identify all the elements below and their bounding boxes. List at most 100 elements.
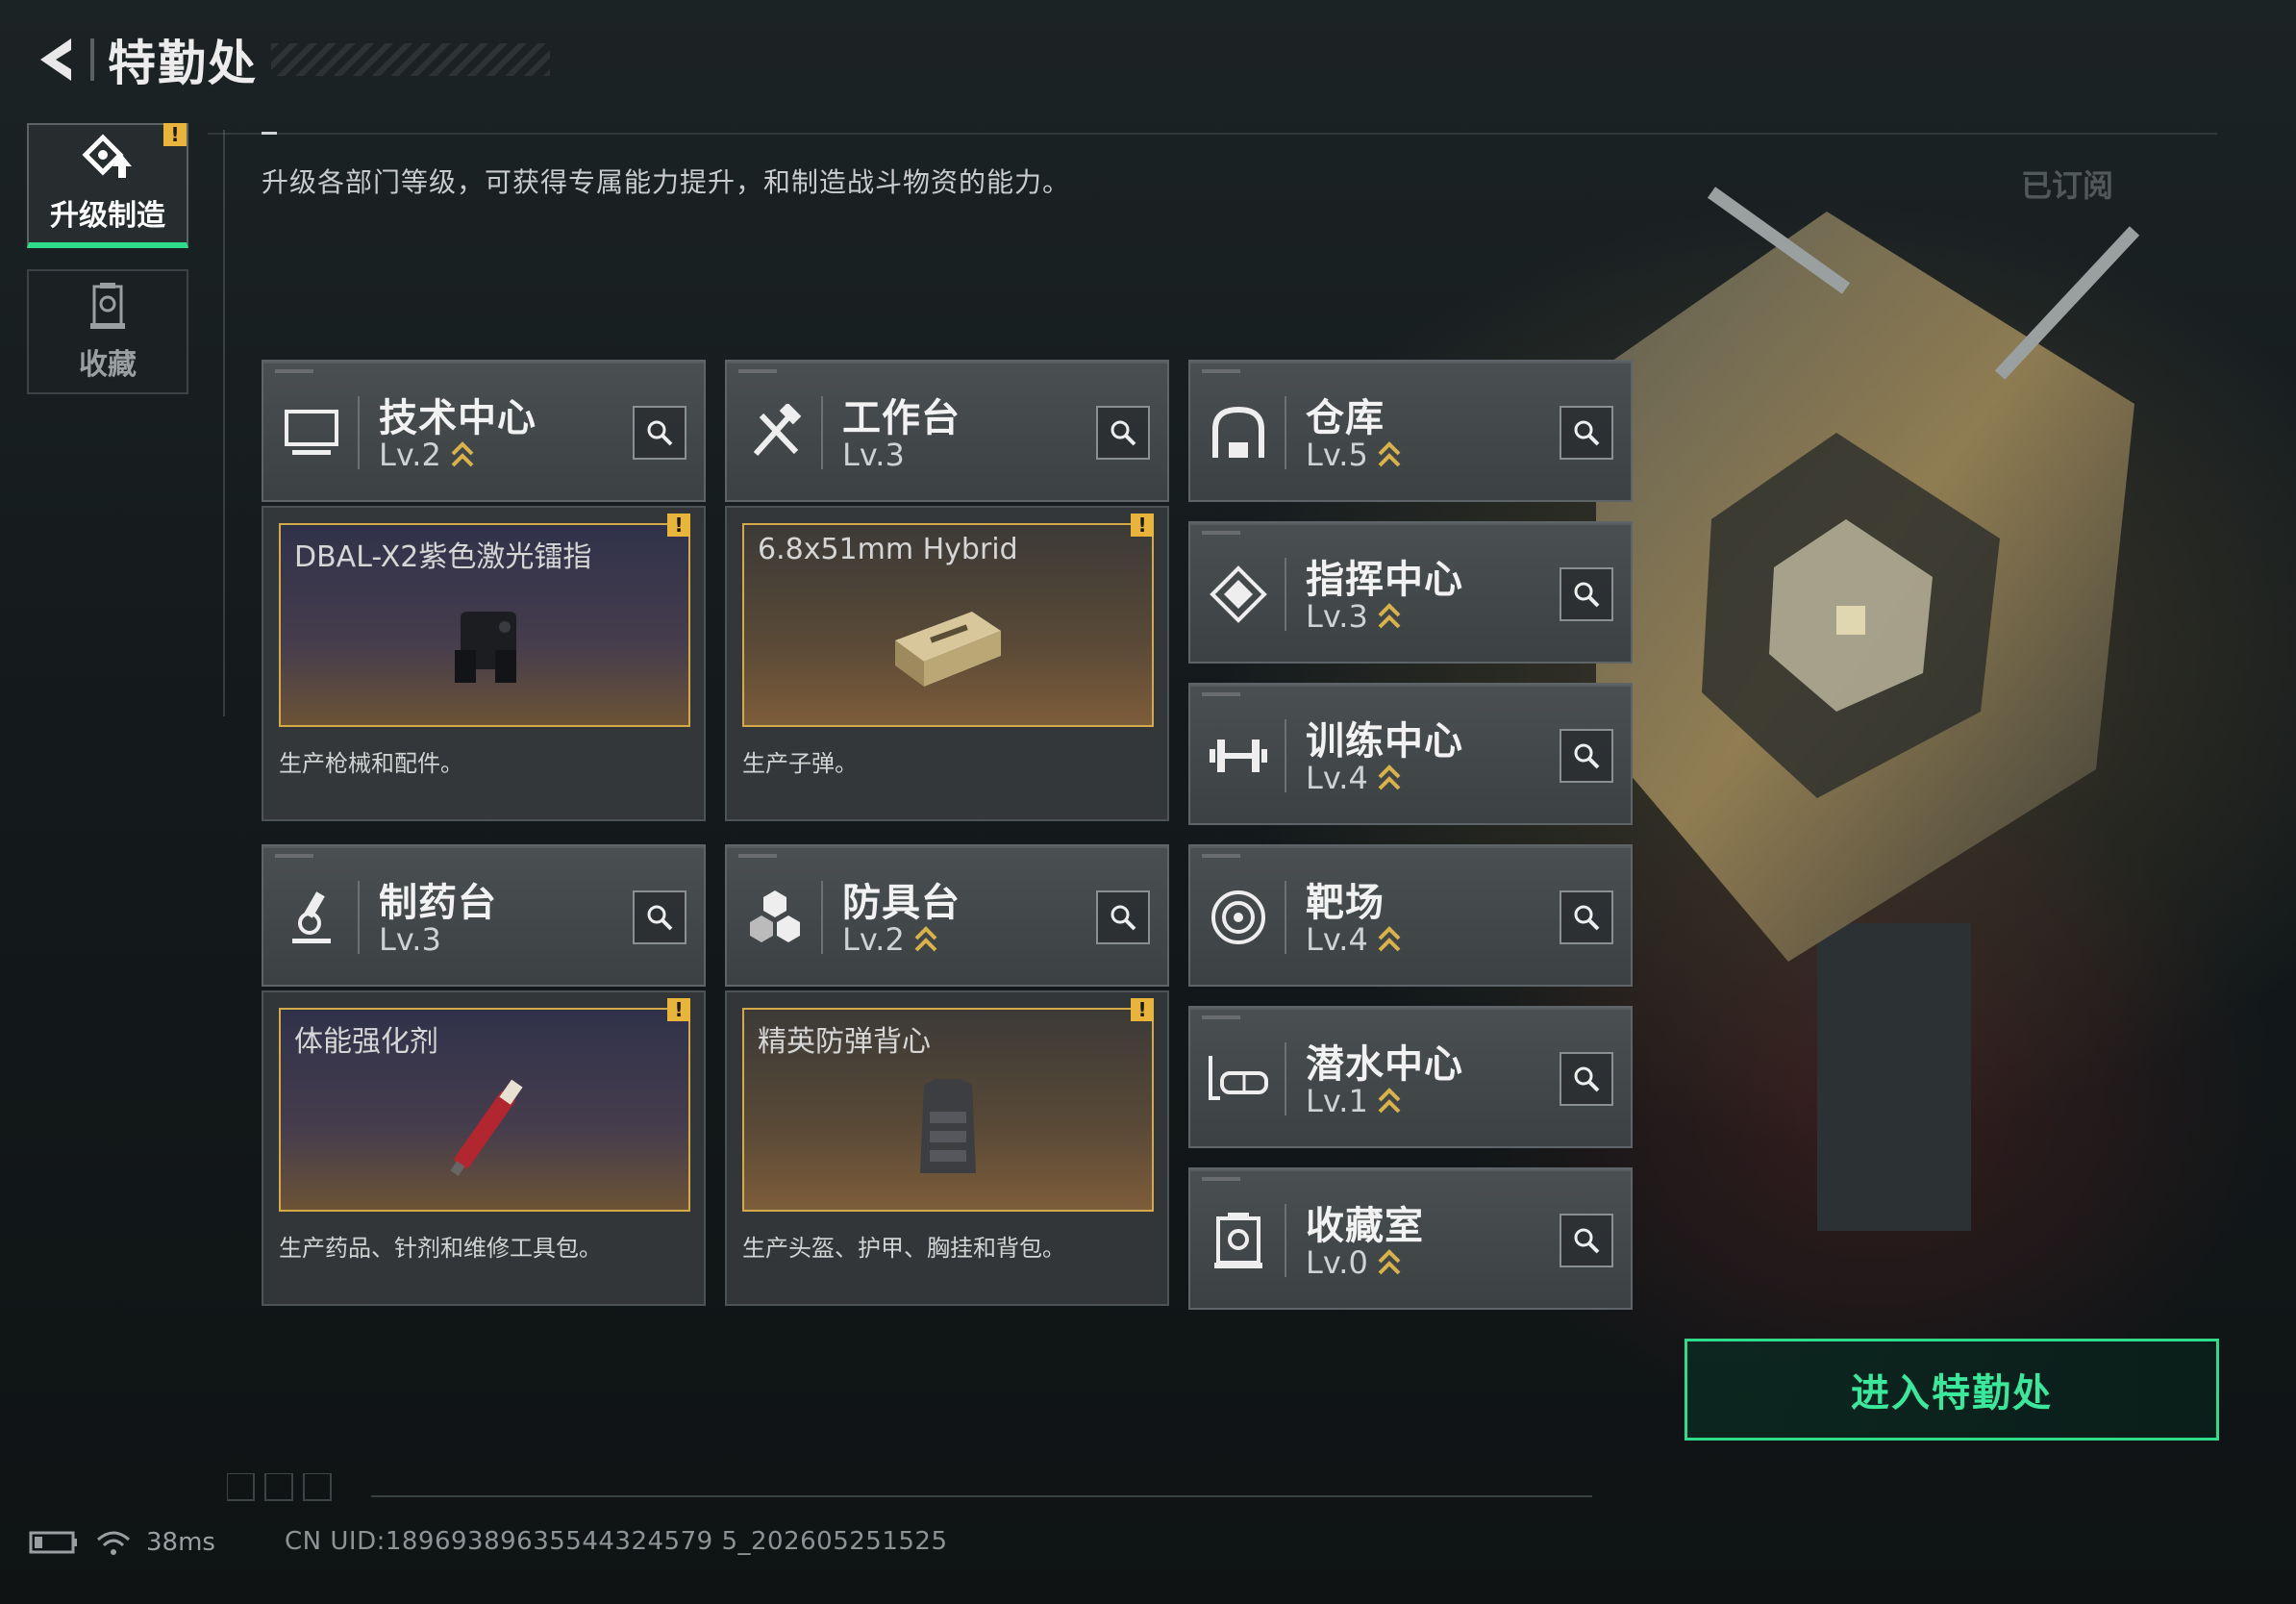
department-name: 防具台 bbox=[842, 881, 961, 925]
card-deco bbox=[1202, 1015, 1240, 1019]
search-button[interactable] bbox=[1560, 567, 1613, 621]
card-divider bbox=[1285, 881, 1286, 954]
department-card-pharmacy[interactable]: 制药台 Lv.3 bbox=[262, 844, 706, 987]
production-description: 生产药品、针剂和维修工具包。 bbox=[279, 1235, 602, 1262]
card-divider bbox=[1285, 719, 1286, 792]
tab-upgrade-manufacture[interactable]: ! 升级制造 bbox=[27, 123, 188, 248]
trophy-case-icon bbox=[90, 283, 125, 329]
card-deco bbox=[1202, 531, 1240, 535]
subscribed-label: 已订阅 bbox=[2020, 167, 2113, 204]
card-divider bbox=[821, 396, 823, 469]
production-panel: ! 体能强化剂 生产药品、针剂和维修工具包。 bbox=[262, 990, 706, 1306]
card-divider bbox=[358, 396, 360, 469]
department-level: Lv.1 bbox=[1306, 1083, 1368, 1119]
department-card-shooting-range[interactable]: 靶场 Lv.4 bbox=[1188, 844, 1633, 987]
alert-badge: ! bbox=[1131, 998, 1154, 1021]
enter-button-label: 进入特勤处 bbox=[1851, 1371, 2053, 1416]
department-card-collection-room[interactable]: 收藏室 Lv.0 bbox=[1188, 1167, 1633, 1310]
search-button[interactable] bbox=[1560, 406, 1613, 460]
department-name: 靶场 bbox=[1306, 881, 1385, 925]
target-icon bbox=[1206, 885, 1271, 950]
laser-device-image bbox=[455, 612, 516, 683]
department-card-diving-center[interactable]: 潜水中心 Lv.1 bbox=[1188, 1006, 1633, 1148]
search-icon bbox=[1111, 420, 1136, 446]
alert-badge: ! bbox=[667, 514, 690, 537]
department-card-tech-center[interactable]: 技术中心 Lv.2 bbox=[262, 360, 706, 502]
department-level: Lv.0 bbox=[1306, 1244, 1368, 1281]
search-icon bbox=[1574, 743, 1600, 769]
search-icon bbox=[647, 420, 673, 446]
department-level: Lv.3 bbox=[1306, 598, 1368, 635]
production-item[interactable]: ! 精英防弹背心 bbox=[742, 998, 1154, 1212]
card-divider bbox=[1285, 1204, 1286, 1277]
production-item-name: DBAL-X2紫色激光镭指 bbox=[294, 540, 592, 574]
search-icon bbox=[1574, 905, 1600, 931]
background-scene bbox=[1596, 187, 2140, 1231]
frame-tick bbox=[262, 132, 277, 135]
tab-collection[interactable]: 收藏 bbox=[27, 269, 188, 394]
department-name: 训练中心 bbox=[1306, 719, 1463, 764]
department-card-warehouse[interactable]: 仓库 Lv.5 bbox=[1188, 360, 1633, 502]
search-button[interactable] bbox=[1096, 890, 1150, 944]
department-level: Lv.2 bbox=[842, 921, 905, 958]
level-up-arrow-icon bbox=[1378, 1088, 1401, 1114]
card-deco bbox=[1202, 692, 1240, 696]
production-item-name: 6.8x51mm Hybrid bbox=[758, 533, 1018, 566]
production-panel: ! DBAL-X2紫色激光镭指 生产枪械和配件。 bbox=[262, 506, 706, 821]
department-name: 潜水中心 bbox=[1306, 1042, 1463, 1087]
wifi-icon bbox=[97, 1531, 130, 1555]
page-description: 升级各部门等级，可获得专属能力提升，和制造战斗物资的能力。 bbox=[262, 166, 1071, 198]
title-stripes-decoration bbox=[271, 43, 550, 76]
alert-badge: ! bbox=[163, 123, 187, 146]
top-bar: 特勤处 bbox=[27, 27, 550, 92]
search-button[interactable] bbox=[633, 406, 686, 460]
level-up-arrow-icon bbox=[1378, 764, 1401, 790]
production-panel: ! 6.8x51mm Hybrid 生产子弹。 bbox=[725, 506, 1169, 821]
back-button[interactable] bbox=[27, 27, 85, 92]
warehouse-icon bbox=[1206, 400, 1271, 465]
search-button[interactable] bbox=[1560, 729, 1613, 783]
department-level: Lv.4 bbox=[1306, 921, 1368, 958]
enter-special-ops-button[interactable]: 进入特勤处 bbox=[1685, 1339, 2219, 1441]
level-up-arrow-icon bbox=[1378, 441, 1401, 467]
department-card-command-center[interactable]: 指挥中心 Lv.3 bbox=[1188, 521, 1633, 664]
department-name: 指挥中心 bbox=[1306, 558, 1463, 602]
production-description: 生产子弹。 bbox=[742, 750, 858, 777]
search-button[interactable] bbox=[633, 890, 686, 944]
bottom-decoration bbox=[227, 1473, 1592, 1501]
card-divider bbox=[1285, 558, 1286, 631]
department-name: 制药台 bbox=[379, 881, 497, 925]
bulletproof-vest-image bbox=[920, 1079, 976, 1173]
back-arrow-icon bbox=[40, 38, 71, 81]
search-button[interactable] bbox=[1560, 890, 1613, 944]
department-card-workbench[interactable]: 工作台 Lv.3 bbox=[725, 360, 1169, 502]
armor-hex-icon bbox=[742, 885, 808, 950]
search-icon bbox=[1574, 1228, 1600, 1254]
card-divider bbox=[1285, 1042, 1286, 1115]
production-item[interactable]: ! 6.8x51mm Hybrid bbox=[742, 514, 1154, 727]
card-divider bbox=[358, 881, 360, 954]
search-button[interactable] bbox=[1560, 1052, 1613, 1106]
card-deco bbox=[738, 369, 777, 373]
search-icon bbox=[1111, 905, 1136, 931]
search-button[interactable] bbox=[1096, 406, 1150, 460]
production-description: 生产头盔、护甲、胸挂和背包。 bbox=[742, 1235, 1065, 1262]
card-deco bbox=[275, 854, 313, 858]
frame-line bbox=[208, 133, 2217, 135]
department-level: Lv.3 bbox=[379, 921, 441, 958]
department-card-training-center[interactable]: 训练中心 Lv.4 bbox=[1188, 683, 1633, 825]
department-level: Lv.5 bbox=[1306, 437, 1368, 473]
production-item-name: 精英防弹背心 bbox=[758, 1025, 931, 1059]
microscope-icon bbox=[279, 885, 344, 950]
department-name: 工作台 bbox=[842, 396, 961, 440]
production-item[interactable]: ! 体能强化剂 bbox=[279, 998, 690, 1212]
production-item[interactable]: ! DBAL-X2紫色激光镭指 bbox=[279, 514, 690, 727]
search-icon bbox=[647, 905, 673, 931]
card-deco bbox=[1202, 369, 1240, 373]
search-button[interactable] bbox=[1560, 1214, 1613, 1267]
monitor-icon bbox=[279, 400, 344, 465]
injector-image bbox=[450, 1079, 523, 1176]
page-title: 特勤处 bbox=[108, 36, 258, 91]
department-card-armor-bench[interactable]: 防具台 Lv.2 bbox=[725, 844, 1169, 987]
tab-label: 收藏 bbox=[79, 348, 137, 382]
